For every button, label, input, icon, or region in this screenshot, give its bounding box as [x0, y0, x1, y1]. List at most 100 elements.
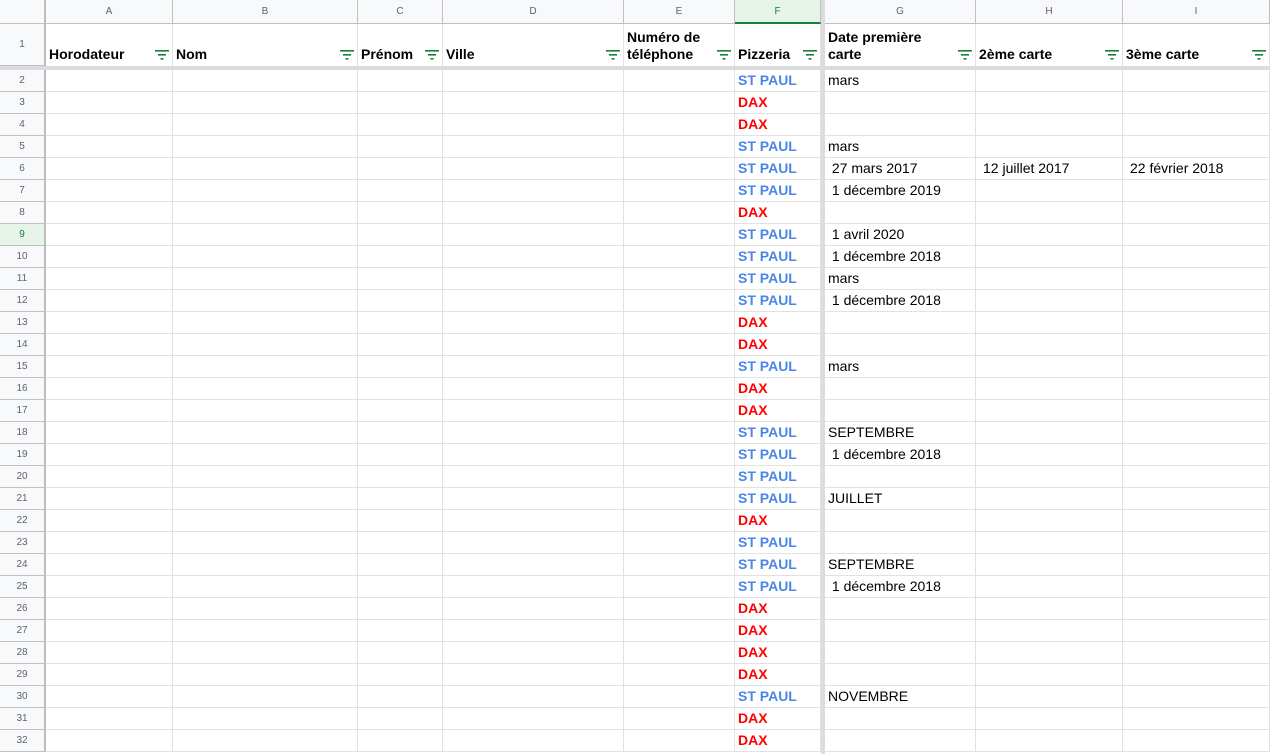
cell-name[interactable]	[173, 664, 358, 686]
cell-second-card[interactable]	[976, 620, 1123, 642]
cell-timestamp[interactable]	[46, 268, 173, 290]
cell-city[interactable]	[443, 466, 624, 488]
row-header-7[interactable]: 7	[0, 180, 46, 202]
cell-timestamp[interactable]	[46, 642, 173, 664]
cell-first-card-date[interactable]	[825, 334, 976, 356]
cell-second-card[interactable]	[976, 576, 1123, 598]
cell-third-card[interactable]	[1123, 224, 1270, 246]
cell-first-card-date[interactable]	[825, 400, 976, 422]
cell-third-card[interactable]	[1123, 642, 1270, 664]
cell-second-card[interactable]	[976, 290, 1123, 312]
cell-first-name[interactable]	[358, 576, 443, 598]
cell-name[interactable]	[173, 532, 358, 554]
pizzeria-cell[interactable]: ST PAUL	[735, 224, 821, 246]
cell-third-card[interactable]	[1123, 576, 1270, 598]
cell-third-card[interactable]	[1123, 598, 1270, 620]
row-header-28[interactable]: 28	[0, 642, 46, 664]
cell-third-card[interactable]	[1123, 268, 1270, 290]
pizzeria-cell[interactable]: ST PAUL	[735, 422, 821, 444]
cell-timestamp[interactable]	[46, 356, 173, 378]
cell-first-name[interactable]	[358, 312, 443, 334]
cell-first-name[interactable]	[358, 158, 443, 180]
cell-third-card[interactable]	[1123, 92, 1270, 114]
cell-first-card-date[interactable]: mars	[825, 356, 976, 378]
pizzeria-cell[interactable]: ST PAUL	[735, 290, 821, 312]
filter-icon[interactable]	[803, 50, 817, 60]
cell-second-card[interactable]	[976, 686, 1123, 708]
cell-city[interactable]	[443, 554, 624, 576]
pizzeria-cell[interactable]: DAX	[735, 334, 821, 356]
cell-second-card[interactable]	[976, 400, 1123, 422]
row-header-14[interactable]: 14	[0, 334, 46, 356]
cell-first-name[interactable]	[358, 598, 443, 620]
cell-name[interactable]	[173, 334, 358, 356]
pizzeria-cell[interactable]: DAX	[735, 378, 821, 400]
cell-first-name[interactable]	[358, 708, 443, 730]
cell-timestamp[interactable]	[46, 312, 173, 334]
cell-city[interactable]	[443, 136, 624, 158]
cell-name[interactable]	[173, 356, 358, 378]
pizzeria-cell[interactable]: DAX	[735, 510, 821, 532]
cell-phone[interactable]	[624, 180, 735, 202]
cell-phone[interactable]	[624, 708, 735, 730]
cell-first-card-date[interactable]	[825, 92, 976, 114]
filter-icon[interactable]	[958, 50, 972, 60]
cell-city[interactable]	[443, 708, 624, 730]
cell-city[interactable]	[443, 664, 624, 686]
pizzeria-cell[interactable]: DAX	[735, 664, 821, 686]
row-header-2[interactable]: 2	[0, 70, 46, 92]
cell-timestamp[interactable]	[46, 466, 173, 488]
cell-name[interactable]	[173, 488, 358, 510]
cell-first-card-date[interactable]: mars	[825, 136, 976, 158]
filter-icon[interactable]	[340, 50, 354, 60]
cell-name[interactable]	[173, 246, 358, 268]
cell-phone[interactable]	[624, 598, 735, 620]
cell-name[interactable]	[173, 730, 358, 752]
cell-third-card[interactable]	[1123, 620, 1270, 642]
cell-first-name[interactable]	[358, 114, 443, 136]
cell-timestamp[interactable]	[46, 510, 173, 532]
cell-third-card[interactable]	[1123, 334, 1270, 356]
row-header-13[interactable]: 13	[0, 312, 46, 334]
cell-timestamp[interactable]	[46, 576, 173, 598]
cell-first-card-date[interactable]: mars	[825, 268, 976, 290]
row-header-10[interactable]: 10	[0, 246, 46, 268]
cell-second-card[interactable]	[976, 466, 1123, 488]
cell-first-card-date[interactable]: 1 décembre 2018	[825, 576, 976, 598]
cell-phone[interactable]	[624, 664, 735, 686]
cell-first-name[interactable]	[358, 730, 443, 752]
cell-phone[interactable]	[624, 532, 735, 554]
row-header-29[interactable]: 29	[0, 664, 46, 686]
row-header-11[interactable]: 11	[0, 268, 46, 290]
cell-city[interactable]	[443, 224, 624, 246]
row-header-27[interactable]: 27	[0, 620, 46, 642]
filter-icon[interactable]	[425, 50, 439, 60]
row-header-17[interactable]: 17	[0, 400, 46, 422]
cell-name[interactable]	[173, 686, 358, 708]
cell-name[interactable]	[173, 620, 358, 642]
cell-phone[interactable]	[624, 444, 735, 466]
cell-name[interactable]	[173, 466, 358, 488]
cell-first-card-date[interactable]: 1 décembre 2018	[825, 290, 976, 312]
cell-phone[interactable]	[624, 290, 735, 312]
cell-first-name[interactable]	[358, 686, 443, 708]
cell-timestamp[interactable]	[46, 444, 173, 466]
cell-first-card-date[interactable]: 27 mars 2017	[825, 158, 976, 180]
cell-timestamp[interactable]	[46, 730, 173, 752]
cell-first-card-date[interactable]	[825, 730, 976, 752]
cell-name[interactable]	[173, 224, 358, 246]
cell-first-name[interactable]	[358, 70, 443, 92]
pizzeria-cell[interactable]: ST PAUL	[735, 268, 821, 290]
cell-city[interactable]	[443, 532, 624, 554]
cell-second-card[interactable]	[976, 202, 1123, 224]
cell-city[interactable]	[443, 620, 624, 642]
cell-city[interactable]	[443, 246, 624, 268]
cell-third-card[interactable]	[1123, 400, 1270, 422]
pizzeria-cell[interactable]: ST PAUL	[735, 70, 821, 92]
cell-third-card[interactable]	[1123, 290, 1270, 312]
cell-first-card-date[interactable]	[825, 378, 976, 400]
pizzeria-cell[interactable]: DAX	[735, 114, 821, 136]
cell-city[interactable]	[443, 92, 624, 114]
cell-second-card[interactable]	[976, 532, 1123, 554]
pizzeria-cell[interactable]: DAX	[735, 620, 821, 642]
